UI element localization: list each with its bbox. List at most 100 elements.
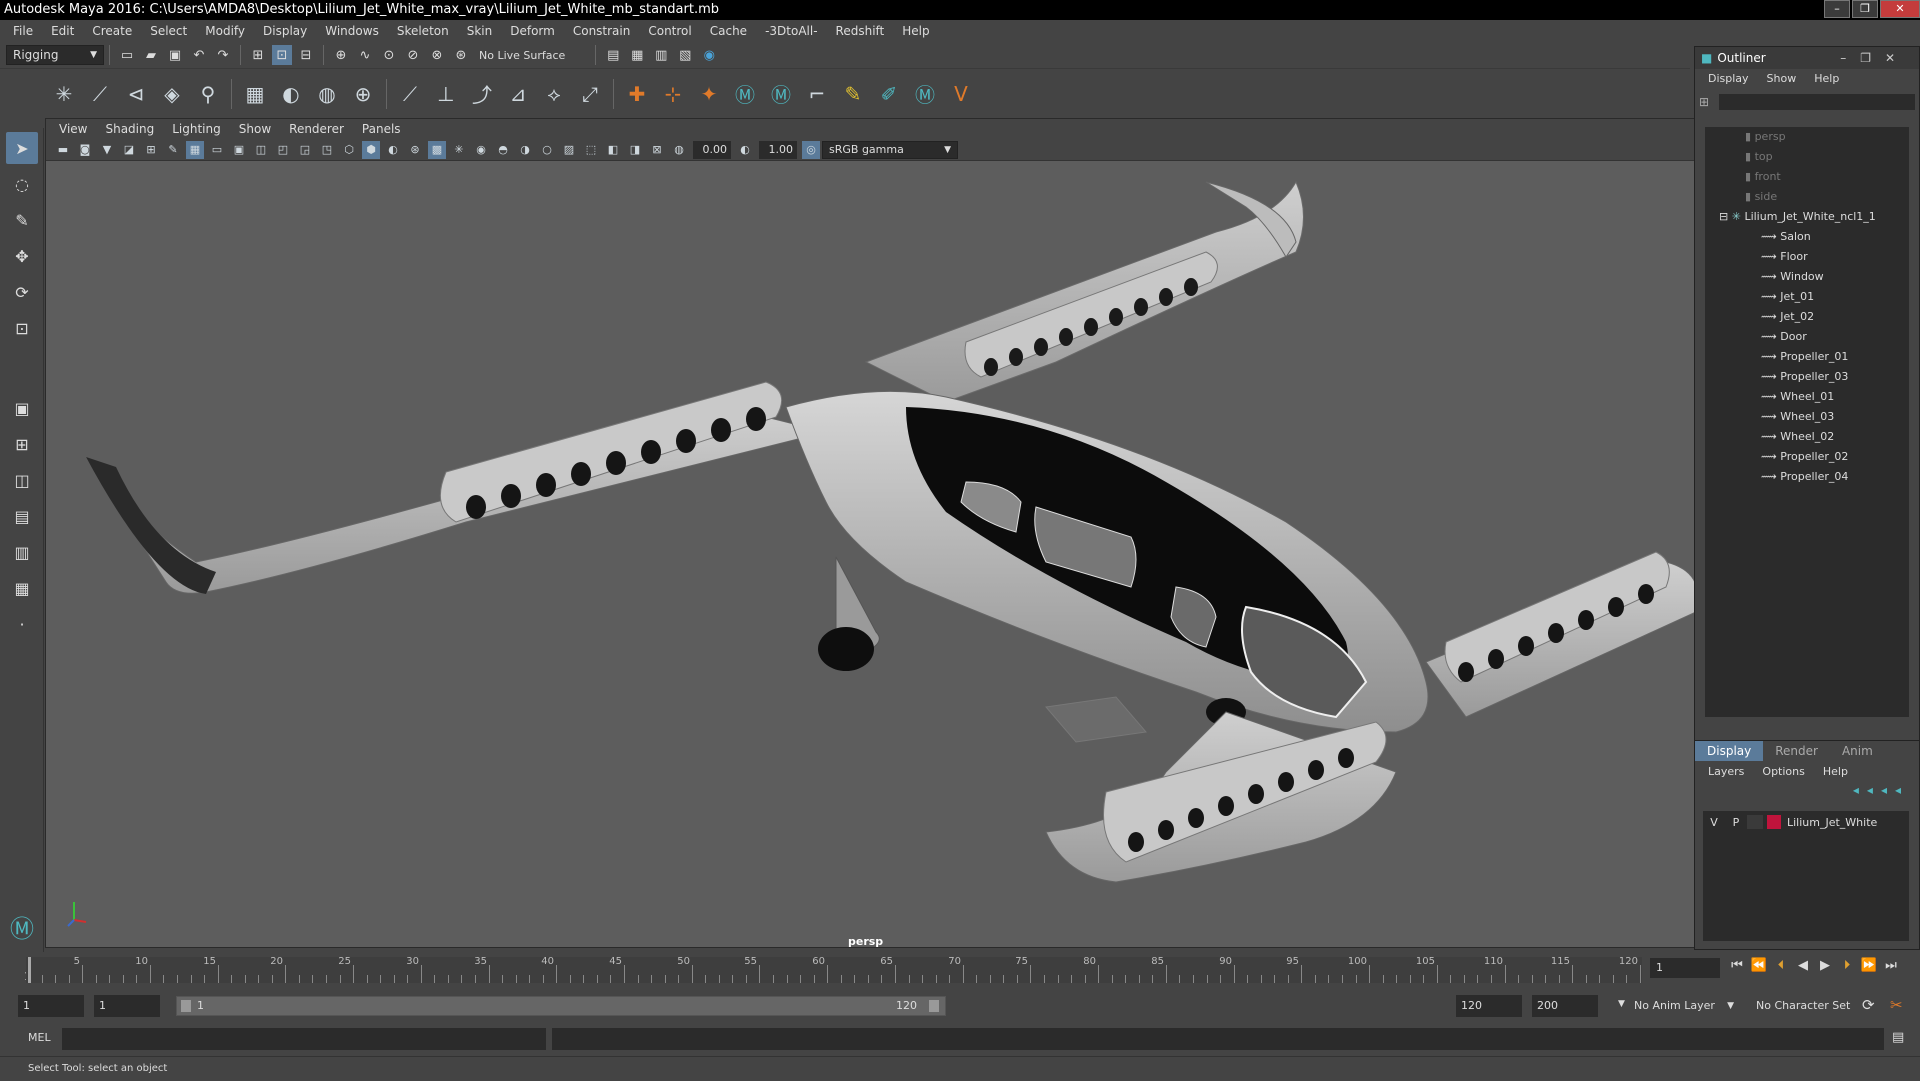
outliner-camera-top[interactable]: ▮ top [1705,147,1909,167]
outliner-menu-display[interactable]: Display [1699,68,1758,90]
lattice-icon[interactable]: ▦ [240,79,270,109]
playback-start-field[interactable]: 1 [94,995,160,1017]
hik-icon[interactable]: Ⓜ [730,79,760,109]
resolution-gate-icon[interactable]: ▣ [230,141,248,159]
step-back-key-icon[interactable]: ⏪ [1748,958,1770,973]
outliner-item[interactable]: ⟿ Propeller_02 [1705,447,1909,467]
3d-scene[interactable] [46,162,1696,947]
lasso-tool-icon[interactable]: ◌ [6,168,38,200]
camera-attributes-icon[interactable]: ◙ [76,141,94,159]
script-editor-icon[interactable]: ▤ [1892,1030,1904,1045]
step-back-frame-icon[interactable]: ⏴ [1770,958,1792,973]
viewport-panel[interactable]: View Shading Lighting Show Renderer Pane… [45,118,1697,948]
single-view-icon[interactable]: ▣ [6,392,38,424]
live-surface-label[interactable]: No Live Surface [479,49,565,62]
menu-cache[interactable]: Cache [701,20,756,42]
ambient-occlusion-icon[interactable]: ◓ [494,141,512,159]
outliner-item[interactable]: ⟿ Salon [1705,227,1909,247]
safe-action-icon[interactable]: ◲ [296,141,314,159]
script-layout-icon[interactable]: · [6,608,38,640]
anti-alias-icon[interactable]: ○ [538,141,556,159]
outliner-item[interactable]: ⟿ Wheel_02 [1705,427,1909,447]
range-slider[interactable]: 1 120 [176,996,946,1016]
go-to-start-icon[interactable]: ⏮ [1726,958,1748,973]
layer-color-swatch[interactable] [1767,815,1781,829]
viewport-menu-panels[interactable]: Panels [353,118,410,140]
paint-tool-icon[interactable]: ✎ [838,79,868,109]
menu-windows[interactable]: Windows [316,20,388,42]
wireframe-on-shaded-icon[interactable]: ⊛ [406,141,424,159]
filter-icon[interactable]: ⊞ [1699,95,1715,109]
outliner-camera-persp[interactable]: ▮ persp [1705,127,1909,147]
color-management-icon[interactable]: ◎ [802,140,820,159]
wire-icon[interactable]: ⊕ [348,79,378,109]
v-icon[interactable]: V [946,79,976,109]
menu-redshift[interactable]: Redshift [827,20,894,42]
outliner-menu-help[interactable]: Help [1805,68,1848,90]
range-start-handle[interactable] [181,1000,191,1012]
start-time-field[interactable]: 1 [18,995,84,1017]
outliner-item[interactable]: ⟿ Wheel_03 [1705,407,1909,427]
outliner-item[interactable]: ⟿ Door [1705,327,1909,347]
smooth-bind-icon[interactable]: ⊿ [503,79,533,109]
grid-icon[interactable]: ▦ [186,140,204,159]
move-tool-icon[interactable]: ✥ [6,240,38,272]
ipr-render-icon[interactable]: ▥ [651,45,671,65]
outliner-search-input[interactable] [1719,94,1915,110]
layer-buttons[interactable]: ◂◂◂◂ [1695,783,1919,801]
select-component-icon[interactable]: ⊟ [296,45,316,65]
minimize-button[interactable]: – [1824,0,1850,18]
command-language-label[interactable]: MEL [28,1031,51,1044]
outliner-root-item[interactable]: ⊟ ✳ Lilium_Jet_White_ncl1_1 [1705,207,1909,227]
color-space-dropdown[interactable]: sRGB gamma ▼ [822,140,958,159]
play-forwards-icon[interactable]: ▶ [1814,958,1836,973]
new-scene-icon[interactable]: ▭ [117,45,137,65]
maya-logo-icon[interactable]: Ⓜ [910,79,940,109]
four-view-icon[interactable]: ⊞ [6,428,38,460]
motion-blur-icon[interactable]: ◑ [516,141,534,159]
xray-icon[interactable]: ◧ [604,141,622,159]
step-forward-frame-icon[interactable]: ⏵ [1836,958,1858,973]
outliner-camera-front[interactable]: ▮ front [1705,167,1909,187]
save-scene-icon[interactable]: ▣ [165,45,185,65]
outliner-item[interactable]: ⟿ Jet_01 [1705,287,1909,307]
select-object-icon[interactable]: ⊡ [272,45,292,65]
shadows-icon[interactable]: ◉ [472,141,490,159]
smooth-shade-icon[interactable]: ⬢ [362,140,380,159]
snap-surface-icon[interactable]: ⊗ [427,45,447,65]
ik-spline-icon[interactable]: ⊲ [121,79,151,109]
locator-icon[interactable]: ✚ [622,79,652,109]
outliner-tree[interactable]: ▮ persp ▮ top ▮ front ▮ side ⊟ ✳ Lilium_… [1705,127,1909,717]
select-hierarchy-icon[interactable]: ⊞ [248,45,268,65]
layer-name[interactable]: Lilium_Jet_White [1787,816,1877,829]
snap-curve-icon[interactable]: ∿ [355,45,375,65]
snap-grid-icon[interactable]: ⊕ [331,45,351,65]
two-view-icon[interactable]: ◫ [6,464,38,496]
bind-skin-icon[interactable]: ⟋ [395,79,425,109]
bookmark-icon[interactable]: ▼ [98,141,116,159]
go-to-end-icon[interactable]: ⏭ [1880,958,1902,973]
depth-of-field-icon[interactable]: ▨ [560,141,578,159]
brush-icon[interactable]: ✐ [874,79,904,109]
menu-file[interactable]: File [4,20,42,42]
aim-constraint-icon[interactable]: ✦ [694,79,724,109]
menu-control[interactable]: Control [639,20,700,42]
time-slider[interactable]: 1 5 10 15 20 25 30 35 40 45 50 55 60 65 70 75 80 85 90 95 1… [0,952,1920,988]
options-menu[interactable]: Options [1753,761,1813,783]
viewport-menu-renderer[interactable]: Renderer [280,118,353,140]
menu-skin[interactable]: Skin [458,20,502,42]
image-plane-icon[interactable]: ◪ [120,141,138,159]
outliner-menu-show[interactable]: Show [1758,68,1806,90]
end-time-field[interactable]: 200 [1532,995,1598,1017]
viewport-menu-view[interactable]: View [50,118,96,140]
influence-icon[interactable]: ⟡ [539,79,569,109]
skeleton-icon[interactable]: ⚲ [193,79,223,109]
character-icon[interactable]: Ⓜ [766,79,796,109]
snap-view-icon[interactable]: ⊘ [403,45,423,65]
maximize-button[interactable]: ❐ [1852,0,1878,18]
outliner-item[interactable]: ⟿ Jet_02 [1705,307,1909,327]
isolate-select-icon[interactable]: ⬚ [582,141,600,159]
render-view-icon[interactable]: ▧ [675,45,695,65]
outliner-item[interactable]: ⟿ Floor [1705,247,1909,267]
character-set-dropdown[interactable]: No Character Set [1748,995,1872,1017]
